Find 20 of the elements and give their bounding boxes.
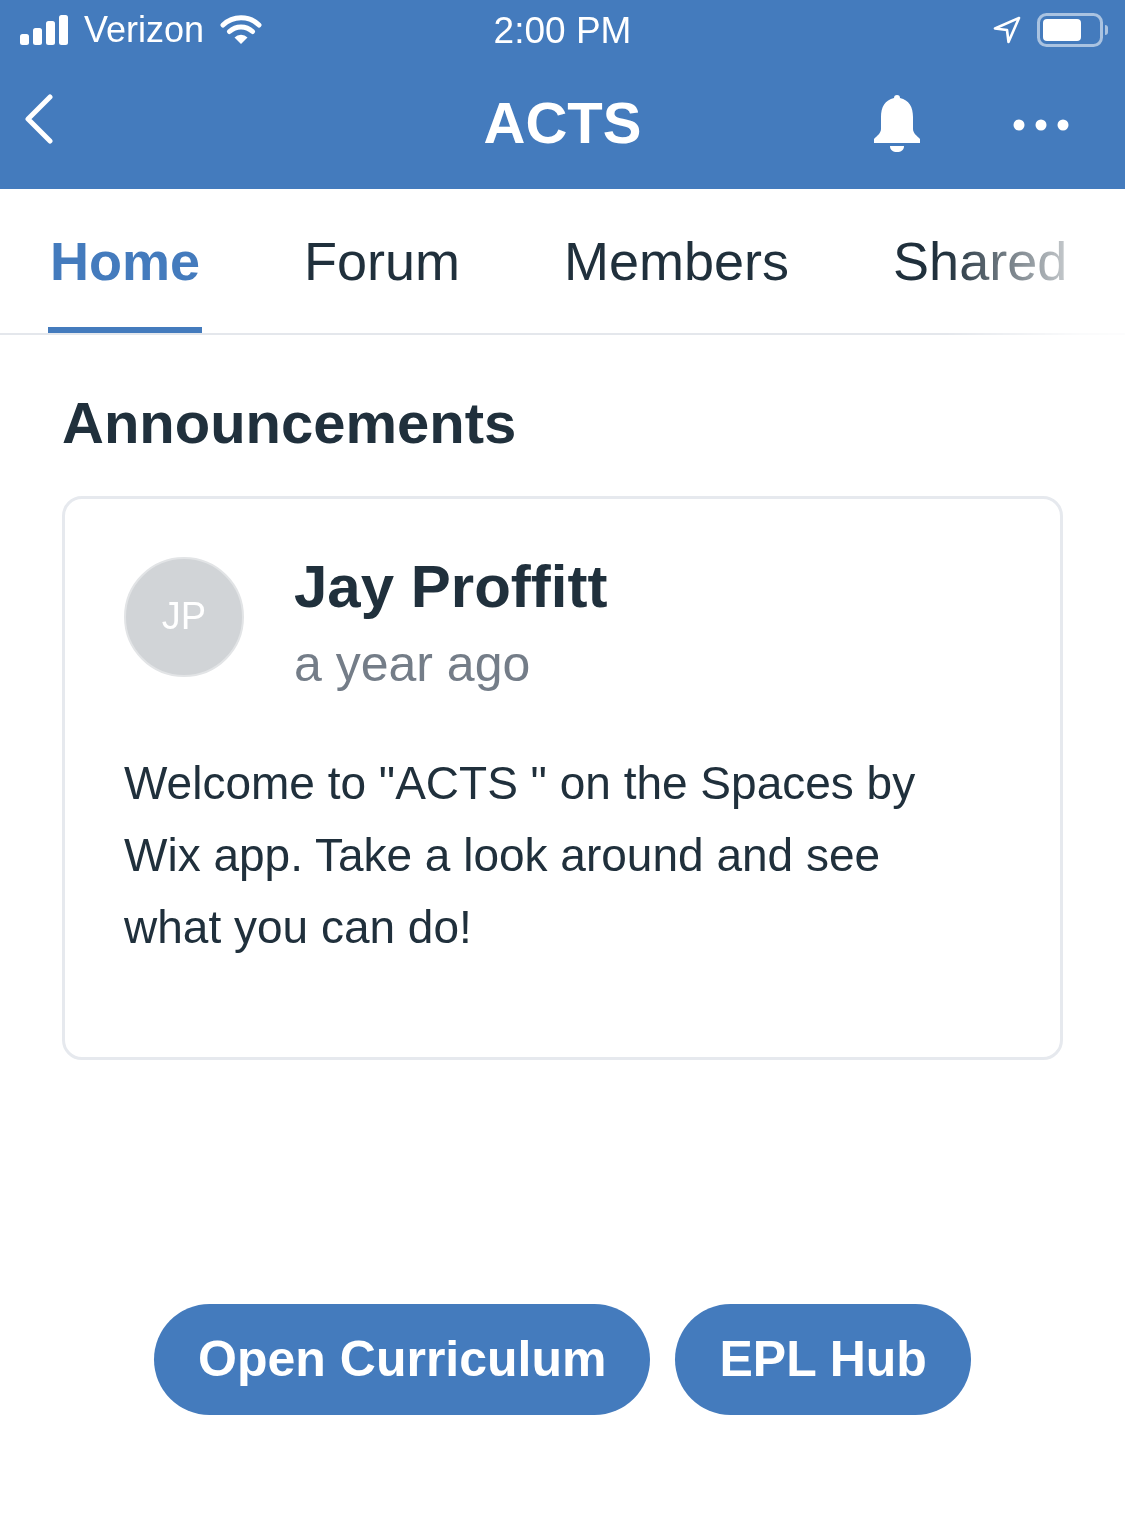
author-name: Jay Proffitt — [294, 556, 608, 617]
tab[interactable]: Home — [48, 189, 203, 333]
tab[interactable]: Forum — [302, 189, 463, 333]
more-icon[interactable] — [1013, 118, 1069, 131]
carrier-name: Verizon — [84, 12, 205, 48]
action-button[interactable]: Open Curriculum — [154, 1303, 651, 1415]
post-text: Welcome to "ACTS " on the Spaces by Wix app. Take a look around and see what you can do! — [124, 755, 917, 955]
page-title: ACTS — [483, 93, 642, 156]
signal-icon — [20, 15, 70, 45]
section-heading: Announcements — [62, 393, 518, 454]
tab[interactable]: Members — [562, 189, 792, 333]
tab[interactable]: Shared — [891, 189, 1070, 333]
clock-time: 2:00 PM — [493, 11, 632, 49]
location-arrow-icon — [993, 16, 1021, 44]
back-icon[interactable] — [24, 93, 54, 144]
wifi-icon — [220, 15, 263, 45]
action-button[interactable]: EPL Hub — [675, 1303, 971, 1415]
bell-icon[interactable] — [872, 92, 922, 153]
battery-icon — [1037, 13, 1109, 47]
post-time: a year ago — [294, 638, 532, 689]
